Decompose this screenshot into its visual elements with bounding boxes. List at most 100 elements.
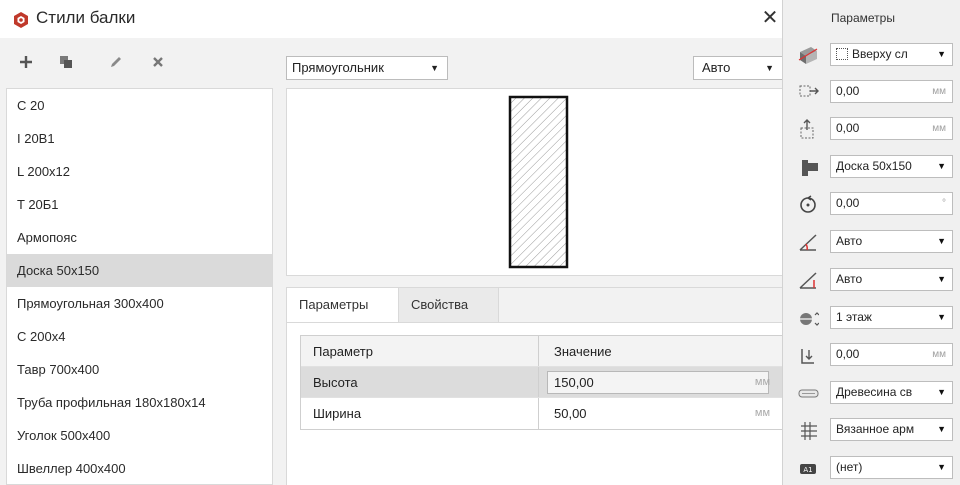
list-item[interactable]: Армопояс	[7, 221, 272, 254]
height-unit: мм	[754, 376, 770, 388]
list-item[interactable]: Уголок 500x400	[7, 419, 272, 452]
properties-panel: Параметры Вверху сл ▼ 0,00 мм 0,00 мм Доска 50…	[782, 0, 960, 485]
list-item[interactable]: С 20	[7, 89, 272, 122]
pencil-icon	[111, 57, 121, 67]
property-value: Авто	[836, 234, 863, 248]
end-angle-icon	[797, 269, 819, 291]
property-value: Древесина св	[836, 385, 913, 399]
list-item[interactable]: Доска 50x150	[7, 254, 272, 287]
property-row: A1 (нет) ▼	[783, 456, 960, 480]
property-value: 0,00	[836, 347, 860, 361]
unit-label: °	[942, 198, 946, 209]
property-input[interactable]: 0,00 °	[830, 192, 953, 215]
list-item[interactable]: Швеллер 400x400	[7, 452, 272, 484]
material-icon	[797, 382, 819, 404]
height-value: 150,00	[554, 375, 594, 390]
styles-toolbar	[0, 46, 280, 78]
property-row: Вверху сл ▼	[783, 43, 960, 67]
property-row: Авто ▼	[783, 230, 960, 254]
tab-content: Параметр Значение Высота 150,00 мм Ширин…	[287, 322, 783, 485]
param-width-label: Ширина	[301, 398, 539, 429]
grid-header: Параметр Значение	[301, 336, 783, 367]
property-value: Вверху сл	[852, 47, 908, 61]
copy-icon	[60, 56, 72, 68]
svg-text:A1: A1	[803, 466, 812, 474]
property-input[interactable]: 0,00 мм	[830, 80, 953, 103]
offset-horizontal-icon	[797, 81, 819, 103]
property-value: Доска 50x150	[836, 159, 912, 173]
property-value: (нет)	[836, 460, 863, 474]
property-select[interactable]: Вязанное арм ▼	[830, 418, 953, 441]
property-value: 0,00	[836, 121, 860, 135]
property-select[interactable]: Доска 50x150 ▼	[830, 155, 953, 178]
property-row: 0,00 мм	[783, 343, 960, 367]
property-select[interactable]: Авто ▼	[830, 230, 953, 253]
offset-vertical-icon	[797, 118, 819, 140]
list-item[interactable]: L 200x12	[7, 155, 272, 188]
chevron-down-icon: ▼	[935, 44, 946, 65]
property-select[interactable]: Авто ▼	[830, 268, 953, 291]
property-value: Авто	[836, 272, 863, 286]
property-row: Авто ▼	[783, 268, 960, 292]
unit-label: мм	[932, 86, 946, 97]
duplicate-button[interactable]	[54, 50, 78, 74]
property-input[interactable]: 0,00 мм	[830, 117, 953, 140]
delete-button[interactable]	[146, 50, 170, 74]
property-row: Древесина св ▼	[783, 381, 960, 405]
auto-select-value: Авто	[702, 60, 731, 75]
grid-align-icon	[836, 48, 848, 60]
chevron-down-icon: ▼	[935, 231, 946, 252]
beam-styles-list: С 20 I 20B1 L 200x12 T 20Б1 Армопояс Доска 50…	[6, 88, 273, 485]
section-preview	[286, 88, 782, 276]
property-row: Доска 50x150 ▼	[783, 155, 960, 179]
auto-select[interactable]: Авто ▼	[693, 56, 782, 80]
width-unit: мм	[754, 407, 770, 419]
tab-properties[interactable]: Свойства	[399, 288, 499, 322]
param-height-label: Высота	[301, 367, 539, 397]
param-width-cell[interactable]: 50,00 мм	[539, 398, 784, 429]
width-value: 50,00	[554, 406, 587, 421]
table-row[interactable]: Высота 150,00 мм	[301, 367, 783, 398]
height-value-input[interactable]: 150,00	[547, 371, 769, 394]
elevation-icon	[797, 344, 819, 366]
rotation-icon	[797, 193, 819, 215]
list-item[interactable]: T 20Б1	[7, 188, 272, 221]
beam-styles-dialog: Стили балки ✕ С 20 I 20B1 L 200x12 T 20Б1 Ар…	[0, 0, 783, 485]
chevron-down-icon: ▼	[935, 419, 946, 440]
chevron-down-icon: ▼	[430, 63, 439, 73]
shape-type-select[interactable]: Прямоугольник ▼	[286, 56, 448, 80]
add-button[interactable]	[14, 50, 38, 74]
beam-profile-icon	[797, 156, 819, 178]
property-select[interactable]: Вверху сл ▼	[830, 43, 953, 66]
dialog-title: Стили балки	[36, 8, 136, 27]
title-bar: Стили балки ✕	[0, 0, 782, 38]
chevron-down-icon: ▼	[935, 457, 946, 478]
start-angle-icon	[797, 231, 819, 253]
property-select[interactable]: 1 этаж ▼	[830, 306, 953, 329]
chevron-down-icon: ▼	[935, 382, 946, 403]
list-item[interactable]: Прямоугольная 300x400	[7, 287, 272, 320]
list-item[interactable]: Труба профильная 180x180x14	[7, 386, 272, 419]
edit-button[interactable]	[104, 50, 128, 74]
property-select[interactable]: Древесина св ▼	[830, 381, 953, 404]
table-row[interactable]: Ширина 50,00 мм	[301, 398, 783, 429]
chevron-down-icon: ▼	[935, 156, 946, 177]
shape-type-value: Прямоугольник	[292, 60, 384, 75]
close-button[interactable]: ✕	[758, 6, 782, 30]
beam-section-shape	[508, 95, 569, 269]
list-item[interactable]: С 200x4	[7, 320, 272, 353]
property-input[interactable]: 0,00 мм	[830, 343, 953, 366]
property-value: 0,00	[836, 84, 860, 98]
property-row: Вязанное арм ▼	[783, 418, 960, 442]
beam-3d-icon	[797, 44, 819, 66]
list-item[interactable]: Тавр 700x400	[7, 353, 272, 386]
property-select[interactable]: (нет) ▼	[830, 456, 953, 479]
list-item[interactable]: I 20B1	[7, 122, 272, 155]
app-logo-icon	[14, 12, 28, 28]
chevron-down-icon: ▼	[765, 63, 774, 73]
unit-label: мм	[932, 123, 946, 134]
property-value: Вязанное арм	[836, 422, 915, 436]
tab-parameters[interactable]: Параметры	[287, 288, 399, 322]
level-icon	[797, 307, 819, 329]
cross-icon	[153, 57, 163, 67]
